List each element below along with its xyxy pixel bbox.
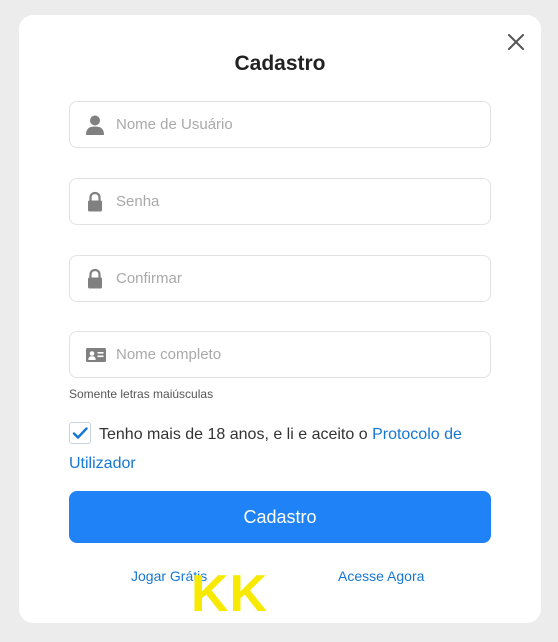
fullname-hint: Somente letras maiúsculas: [69, 387, 214, 401]
password-field[interactable]: [69, 178, 491, 225]
watermark-text: KK: [191, 565, 269, 623]
confirm-password-input[interactable]: [116, 256, 476, 301]
register-dialog: Cadastro Nome de Usuário Nome completo S…: [19, 15, 541, 623]
username-field[interactable]: [69, 101, 491, 148]
lock-icon: [85, 191, 105, 213]
username-input[interactable]: [116, 102, 476, 147]
agreement-text: Tenho mais de 18 anos, e li e aceito o: [99, 426, 373, 443]
register-button[interactable]: Cadastro: [69, 491, 491, 543]
id-card-icon: [85, 346, 106, 368]
close-button[interactable]: [505, 31, 527, 53]
fullname-field[interactable]: [69, 331, 491, 378]
agreement-checkbox[interactable]: [69, 421, 91, 444]
confirm-password-field[interactable]: [69, 255, 491, 302]
login-now-link[interactable]: Acesse Agora: [338, 568, 424, 584]
checkmark-icon: [72, 427, 88, 439]
agreement-row: Tenho mais de 18 anos, e li e aceito o P…: [69, 420, 499, 478]
close-icon: [508, 34, 524, 50]
fullname-input[interactable]: [116, 332, 476, 377]
user-icon: [85, 114, 105, 136]
dialog-title: Cadastro: [234, 52, 326, 75]
password-input[interactable]: [116, 179, 476, 224]
lock-icon: [85, 268, 105, 290]
